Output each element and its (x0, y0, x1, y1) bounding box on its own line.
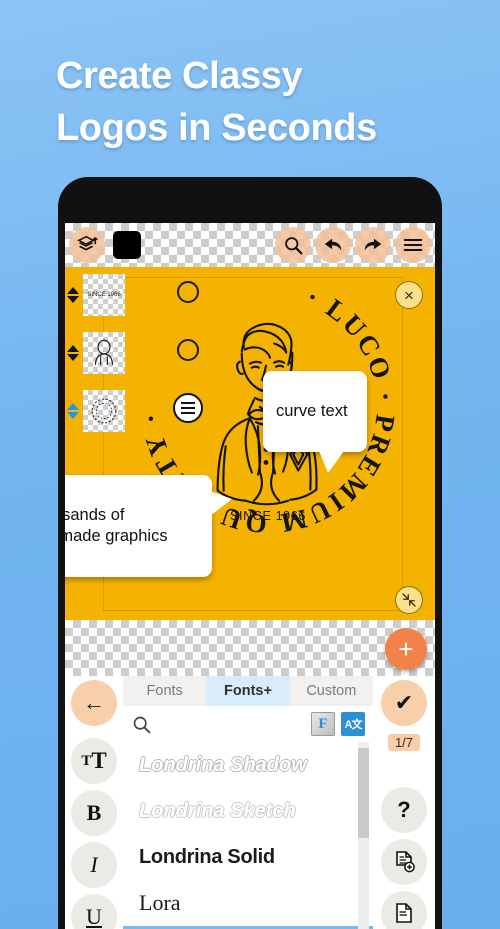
menu-button[interactable] (395, 227, 431, 263)
search-icon[interactable] (131, 714, 152, 735)
layer-item-selected[interactable] (65, 387, 165, 435)
help-button[interactable]: ? (381, 787, 427, 833)
page-badge: 1/7 (387, 734, 421, 751)
hamburger-menu-icon (403, 238, 423, 252)
layer-item[interactable]: SINCE 1966 (65, 271, 165, 319)
layer-thumbnail[interactable] (83, 332, 125, 374)
callout-text: thousands of pre-made graphics (65, 506, 168, 546)
figure-thumb-icon (94, 339, 114, 365)
layers-button[interactable] (69, 227, 105, 263)
add-document-icon (396, 851, 415, 873)
phone-frame: · LUCO · PREMIUM QUALITY · DROPS · LEADE… (58, 177, 442, 929)
move-down-icon[interactable] (67, 296, 79, 303)
logo-tagline: SINCE 1966 (230, 509, 306, 523)
font-name: Londrina Sketch (139, 799, 296, 822)
magnifier-icon (284, 236, 303, 255)
font-tabs: Fonts Fonts+ Custom (123, 676, 373, 706)
callout-text: curve text (276, 402, 348, 421)
menu-line (181, 402, 195, 404)
callout-premade-graphics: thousands of pre-made graphics (65, 475, 232, 578)
app-screen: · LUCO · PREMIUM QUALITY · DROPS · LEADE… (65, 223, 435, 929)
layer-item[interactable] (65, 329, 165, 377)
underline-button[interactable]: U (71, 894, 117, 929)
layer-rail: SINCE 1966 (65, 271, 165, 445)
confirm-button[interactable]: ✔ (381, 680, 427, 726)
tab-fonts[interactable]: Fonts (123, 676, 206, 706)
left-tool-rail: ← TT B I U (65, 676, 123, 929)
zoom-button[interactable] (275, 227, 311, 263)
layer-options-button[interactable] (173, 393, 203, 423)
font-name: Lora (139, 890, 181, 915)
menu-line (181, 407, 195, 409)
top-toolbar (65, 223, 435, 267)
font-search-row: F A文 (123, 706, 373, 742)
transparent-band: + thousands of fonts (65, 620, 435, 676)
right-tool-rail: ✔ 1/7 ? (373, 676, 435, 929)
list-item[interactable]: Londrina Solid (123, 834, 373, 880)
move-down-icon[interactable] (67, 412, 79, 419)
font-name: Londrina Shadow (139, 753, 307, 776)
scrollbar-thumb[interactable] (358, 748, 369, 838)
close-layer-handle[interactable]: × (395, 281, 423, 309)
undo-button[interactable] (315, 227, 351, 263)
move-up-icon[interactable] (67, 403, 79, 410)
callout-tail (319, 451, 344, 474)
layers-icon (77, 235, 98, 251)
bold-button[interactable]: B (71, 790, 117, 836)
toolbar-actions (275, 227, 431, 263)
add-button[interactable]: + (385, 628, 427, 670)
move-up-icon[interactable] (67, 287, 79, 294)
layer-select-circle[interactable] (177, 281, 199, 303)
layer-reorder-arrows[interactable] (65, 287, 81, 303)
tab-fonts-plus[interactable]: Fonts+ (206, 676, 290, 706)
document-icon (396, 903, 412, 923)
font-panel: ← TT B I U Fonts Fonts+ Custom F A文 Lond… (65, 676, 435, 929)
document-button[interactable] (381, 891, 427, 929)
font-book-button[interactable]: F (311, 712, 335, 736)
layer-reorder-arrows[interactable] (65, 403, 81, 419)
italic-button[interactable]: I (71, 842, 117, 888)
callout-tail (210, 491, 232, 516)
font-name: Londrina Solid (139, 845, 275, 868)
back-button[interactable]: ← (71, 680, 117, 726)
font-list[interactable]: Londrina Shadow Londrina Sketch Londrina… (123, 742, 373, 929)
font-size-small-t: T (81, 752, 92, 769)
color-swatch[interactable] (113, 231, 141, 259)
list-item[interactable]: Londrina Sketch (123, 788, 373, 834)
resize-handle[interactable] (395, 586, 423, 614)
layer-thumb-label: SINCE 1966 (87, 292, 121, 298)
list-item[interactable]: Londrina Shadow (123, 742, 373, 788)
list-item[interactable]: Lora (123, 880, 373, 926)
undo-arrow-icon (324, 238, 342, 251)
layer-thumbnail[interactable] (83, 390, 125, 432)
redo-button[interactable] (355, 227, 391, 263)
move-down-icon[interactable] (67, 354, 79, 361)
add-document-button[interactable] (381, 839, 427, 885)
layer-thumbnail[interactable]: SINCE 1966 (83, 274, 125, 316)
layer-select-circle[interactable] (177, 339, 199, 361)
font-size-large-t: T (91, 748, 107, 773)
redo-arrow-icon (364, 238, 382, 251)
design-canvas[interactable]: · LUCO · PREMIUM QUALITY · DROPS · LEADE… (65, 267, 435, 620)
menu-line (181, 412, 195, 414)
circle-text-thumb-icon (91, 398, 117, 424)
move-up-icon[interactable] (67, 345, 79, 352)
font-browser: Fonts Fonts+ Custom F A文 Londrina Shadow… (123, 676, 373, 929)
layer-reorder-arrows[interactable] (65, 345, 81, 361)
translate-button[interactable]: A文 (341, 712, 365, 736)
callout-curve-text: curve text (263, 371, 367, 474)
tab-custom[interactable]: Custom (290, 676, 373, 706)
page-title: Create Classy Logos in Seconds (56, 55, 377, 150)
resize-corner-icon (402, 593, 416, 607)
font-size-button[interactable]: TT (71, 738, 117, 784)
